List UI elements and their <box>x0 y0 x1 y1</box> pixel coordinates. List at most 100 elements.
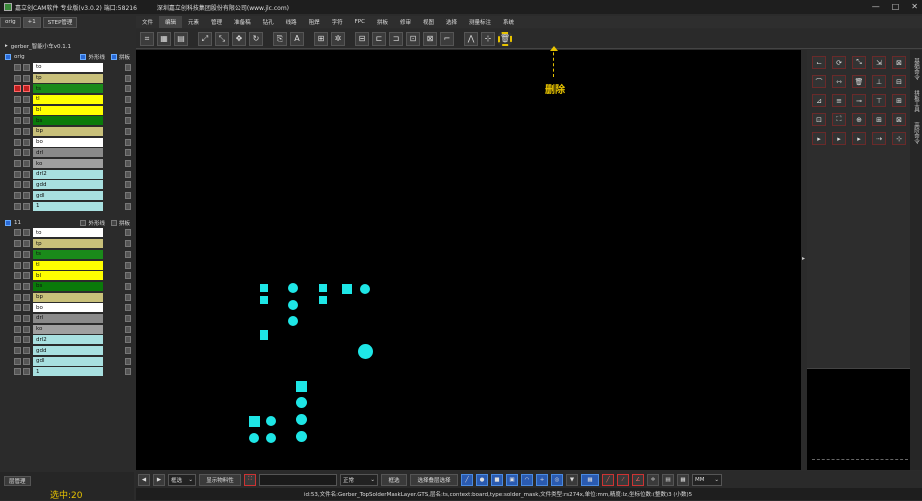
menu-item[interactable]: 拼板 <box>371 16 394 28</box>
layer-visible-checkbox[interactable] <box>14 347 21 355</box>
layer-row[interactable]: bl <box>0 105 134 116</box>
text-icon[interactable]: A <box>290 31 304 46</box>
outline-toggle[interactable]: 外形线 <box>80 53 105 61</box>
layer-row[interactable]: bo <box>0 302 134 313</box>
command-tool-icon[interactable]: ⟳ <box>832 56 846 69</box>
menu-item[interactable]: 测量标注 <box>463 16 497 28</box>
solder-pad[interactable] <box>266 416 276 426</box>
command-tool-icon[interactable]: ⊠ <box>892 113 906 126</box>
layer-name[interactable]: bs <box>33 281 103 291</box>
layer-row[interactable]: gdl <box>0 190 134 201</box>
layer-manager-button[interactable]: 层管理 <box>4 476 31 486</box>
snap-icon[interactable]: ⁄ <box>617 473 629 486</box>
layer-name[interactable]: bp <box>33 126 103 136</box>
layer-work-checkbox[interactable] <box>23 160 30 168</box>
layer-row[interactable]: drl2 <box>0 335 134 346</box>
command-input[interactable] <box>259 473 337 486</box>
split-icon[interactable]: ⊟ <box>355 31 369 46</box>
layer-row[interactable]: gdd <box>0 345 134 356</box>
layer-name[interactable]: bo <box>33 303 103 313</box>
command-tool-icon[interactable]: ⊕ <box>852 113 866 126</box>
layer-work-checkbox[interactable] <box>23 250 30 258</box>
layer-option-checkbox[interactable] <box>125 250 131 258</box>
layer-work-checkbox[interactable] <box>23 95 30 103</box>
solder-pad[interactable] <box>319 296 327 304</box>
layer-row[interactable]: drl2 <box>0 169 134 180</box>
solder-pad[interactable] <box>296 381 307 392</box>
solder-pad[interactable] <box>296 397 307 408</box>
layer-option-checkbox[interactable] <box>125 138 131 146</box>
step-header[interactable]: orig 外形线 拼板 <box>0 52 134 62</box>
layer-option-checkbox[interactable] <box>125 202 131 210</box>
layer-work-checkbox[interactable] <box>23 181 30 189</box>
add-icon[interactable]: + <box>536 473 548 486</box>
layer-work-checkbox[interactable] <box>23 282 30 290</box>
show-material-button[interactable]: 显示物料性 <box>199 473 241 486</box>
command-tool-icon[interactable]: ⛶ <box>832 113 846 126</box>
layer-option-checkbox[interactable] <box>125 95 131 103</box>
tab-advanced-commands[interactable]: 高阶命令 <box>912 122 920 144</box>
solder-pad[interactable] <box>296 414 307 425</box>
layer-fill-icon[interactable]: ▦ <box>157 31 171 46</box>
prev-arrow-icon[interactable]: ◀ <box>138 473 150 486</box>
command-tool-icon[interactable]: ⇢ <box>872 132 886 145</box>
layer-visible-checkbox[interactable] <box>14 282 21 290</box>
layer-option-checkbox[interactable] <box>125 336 131 344</box>
layer-visible-checkbox[interactable] <box>14 250 21 258</box>
layer-row[interactable]: to <box>0 62 134 73</box>
command-tool-icon[interactable]: ⌒ <box>812 75 826 88</box>
layer-row[interactable]: bl <box>0 270 134 281</box>
layer-row[interactable]: 1 <box>0 201 134 212</box>
layer-option-checkbox[interactable] <box>125 149 131 157</box>
layer-name[interactable]: tl <box>33 260 103 270</box>
menu-item[interactable]: 文件 <box>136 16 159 28</box>
layer-option-checkbox[interactable] <box>125 282 131 290</box>
layer-name[interactable]: gdl <box>33 191 103 201</box>
layer-work-checkbox[interactable] <box>23 347 30 355</box>
maximize-button[interactable]: □ <box>892 2 900 11</box>
layer-option-checkbox[interactable] <box>125 106 131 114</box>
layer-option-checkbox[interactable] <box>125 240 131 248</box>
layer-visible-checkbox[interactable] <box>14 74 21 82</box>
command-tool-icon[interactable]: ⤡ <box>852 56 866 69</box>
filter-dropdown[interactable]: 框选 ⌄ <box>168 473 196 486</box>
solder-pad[interactable] <box>319 284 327 292</box>
layer-row[interactable]: bs <box>0 281 134 292</box>
select-tool-icon[interactable]: ▣ <box>506 473 518 486</box>
circle-tool-icon[interactable]: ● <box>476 473 488 486</box>
layer-work-checkbox[interactable] <box>23 261 30 269</box>
layer-work-checkbox[interactable] <box>23 314 30 322</box>
layer-option-checkbox[interactable] <box>125 74 131 82</box>
layer-work-checkbox[interactable] <box>23 202 30 210</box>
array-icon[interactable]: ⊞ <box>314 31 328 46</box>
layer-visible-checkbox[interactable] <box>14 170 21 178</box>
layer-name[interactable]: ko <box>33 159 103 169</box>
layer-work-checkbox[interactable] <box>23 368 30 376</box>
layer-visible-checkbox[interactable] <box>14 368 21 376</box>
layer-visible-checkbox[interactable] <box>14 160 21 168</box>
layer-visible-checkbox[interactable] <box>14 192 21 200</box>
command-tool-icon[interactable]: ⊹ <box>892 132 906 145</box>
layer-visible-checkbox[interactable] <box>14 95 21 103</box>
angle-icon[interactable]: ∠ <box>632 473 644 486</box>
tab-basic-commands[interactable]: 基础命令 <box>912 58 920 80</box>
solder-pad[interactable] <box>260 296 268 304</box>
command-tool-icon[interactable]: ⊞ <box>892 94 906 107</box>
layer-row[interactable]: bo <box>0 137 134 148</box>
layer-name[interactable]: 1 <box>33 201 103 211</box>
command-tool-icon[interactable]: ⊟ <box>892 75 906 88</box>
layer-name[interactable]: ts <box>33 84 103 94</box>
frame-icon[interactable]: ⛶ <box>244 473 256 486</box>
layer-row[interactable]: ts <box>0 83 134 94</box>
layer-name[interactable]: bs <box>33 116 103 126</box>
solder-pad[interactable] <box>342 284 352 294</box>
layer-name[interactable]: to <box>33 62 103 72</box>
layer-row[interactable]: ts <box>0 249 134 260</box>
layer-work-checkbox[interactable] <box>23 357 30 365</box>
solder-pad[interactable] <box>249 433 259 443</box>
command-tool-icon[interactable]: ⊡ <box>812 113 826 126</box>
close-button[interactable]: ✕ <box>911 2 918 11</box>
command-tool-icon[interactable]: ⊸ <box>852 94 866 107</box>
layer-visible-checkbox[interactable] <box>14 325 21 333</box>
layer-visible-checkbox[interactable] <box>14 240 21 248</box>
